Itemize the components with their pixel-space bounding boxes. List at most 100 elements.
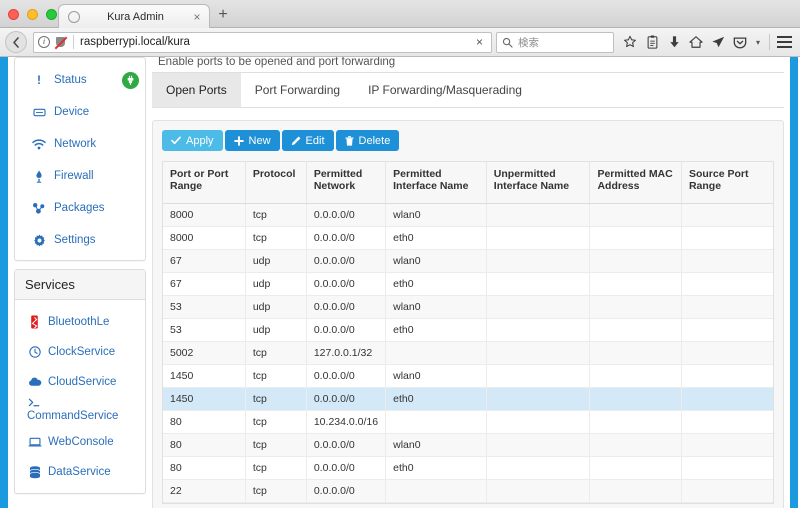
reader-clipboard-icon[interactable]	[642, 32, 662, 52]
column-header-permitted-interface-name[interactable]: Permitted Interface Name	[385, 162, 487, 204]
table-row[interactable]: 1450 tcp 0.0.0.0/0 wlan0	[163, 364, 773, 388]
table-body: 8000 tcp 0.0.0.0/0 wlan0 8000 tcp 0.0.0.0/0 eth…	[163, 203, 773, 503]
table-cell	[589, 364, 682, 388]
toolbar-divider	[769, 34, 770, 50]
table-cell	[486, 318, 591, 342]
terminal-icon	[27, 397, 42, 408]
table-row[interactable]: 8000 tcp 0.0.0.0/0 wlan0	[163, 203, 773, 227]
table-cell: 0.0.0.0/0	[306, 226, 387, 250]
column-header-port-or-port-range[interactable]: Port or Port Range	[163, 162, 246, 204]
sidebar-item-network[interactable]: Network	[15, 128, 145, 160]
table-cell: udp	[245, 272, 307, 296]
table-cell: 8000	[163, 203, 246, 227]
overflow-caret-icon[interactable]: ▾	[752, 38, 764, 47]
search-input[interactable]: 検索	[496, 31, 614, 53]
service-label: CloudService	[48, 376, 117, 388]
table-cell	[681, 456, 773, 480]
column-header-source-port-range[interactable]: Source Port Range	[681, 162, 773, 204]
table-row[interactable]: 5002 tcp 127.0.0.1/32	[163, 341, 773, 365]
close-icon[interactable]: ×	[191, 11, 203, 23]
back-button[interactable]	[5, 31, 27, 53]
column-header-permitted-mac-address[interactable]: Permitted MAC Address	[589, 162, 682, 204]
table-cell: wlan0	[385, 249, 487, 273]
clear-url-icon[interactable]: ×	[472, 35, 487, 49]
noscript-shield-icon[interactable]	[54, 36, 68, 49]
table-cell	[486, 410, 591, 434]
table-cell: wlan0	[385, 295, 487, 319]
tab-ip-forwarding-masquerading[interactable]: IP Forwarding/Masquerading	[354, 73, 536, 107]
apply-button[interactable]: Apply	[162, 130, 223, 151]
column-header-protocol[interactable]: Protocol	[245, 162, 307, 204]
sidebar-item-label: Status	[54, 74, 87, 86]
sidebar-item-firewall[interactable]: Firewall	[15, 160, 145, 192]
table-row[interactable]: 67 udp 0.0.0.0/0 wlan0	[163, 249, 773, 273]
delete-button[interactable]: Delete	[335, 130, 400, 151]
column-header-permitted-network[interactable]: Permitted Network	[306, 162, 387, 204]
new-button[interactable]: New	[224, 130, 280, 151]
sidebar-item-settings[interactable]: Settings	[15, 224, 145, 256]
table-row[interactable]: 53 udp 0.0.0.0/0 wlan0	[163, 295, 773, 319]
table-cell	[681, 203, 773, 227]
table-row[interactable]: 1450 tcp 0.0.0.0/0 eth0	[163, 387, 773, 411]
table-row[interactable]: 22 tcp 0.0.0.0/0	[163, 479, 773, 503]
pocket-icon[interactable]	[730, 32, 750, 52]
table-cell	[486, 226, 591, 250]
table-cell: wlan0	[385, 364, 487, 388]
sidebar-item-clockservice[interactable]: ClockService	[15, 337, 145, 367]
database-icon	[27, 465, 42, 479]
browser-tab[interactable]: Kura Admin ×	[58, 4, 210, 29]
sidebar-item-packages[interactable]: Packages	[15, 192, 145, 224]
table-cell	[486, 433, 591, 457]
table-cell: tcp	[245, 364, 307, 388]
downloads-icon[interactable]	[664, 32, 684, 52]
bookmark-star-icon[interactable]	[620, 32, 640, 52]
sidebar-item-commandservice[interactable]: CommandService	[15, 397, 145, 427]
sidebar-item-bluetoothle[interactable]: BluetoothLe	[15, 307, 145, 337]
table-cell	[681, 341, 773, 365]
minimize-window-button[interactable]	[27, 9, 38, 20]
home-icon[interactable]	[686, 32, 706, 52]
menu-hamburger-icon[interactable]	[773, 36, 795, 48]
tab-open-ports[interactable]: Open Ports	[152, 73, 241, 107]
sidebar-item-cloudservice[interactable]: CloudService	[15, 367, 145, 397]
page-left-accent-bar	[0, 57, 8, 508]
table-row[interactable]: 8000 tcp 0.0.0.0/0 eth0	[163, 226, 773, 250]
sidebar-item-dataservice[interactable]: DataService	[15, 457, 145, 487]
url-bar[interactable]: i raspberrypi.local/kura ×	[33, 31, 492, 53]
table-row[interactable]: 53 udp 0.0.0.0/0 eth0	[163, 318, 773, 342]
table-cell	[486, 364, 591, 388]
column-header-unpermitted-interface-name[interactable]: Unpermitted Interface Name	[486, 162, 591, 204]
new-tab-button[interactable]: +	[215, 7, 231, 23]
table-cell: eth0	[385, 318, 487, 342]
tab-port-forwarding[interactable]: Port Forwarding	[240, 73, 355, 107]
sidebar-item-status[interactable]: ! Status	[15, 64, 145, 96]
table-cell: 0.0.0.0/0	[306, 387, 387, 411]
table-cell: 10.234.0.0/16	[306, 410, 387, 434]
sidebar-item-webconsole[interactable]: WebConsole	[15, 427, 145, 457]
table-row[interactable]: 80 tcp 0.0.0.0/0 eth0	[163, 456, 773, 480]
edit-button[interactable]: Edit	[281, 130, 334, 151]
table-cell: 80	[163, 456, 246, 480]
bluetooth-icon	[27, 315, 42, 329]
table-cell	[589, 295, 682, 319]
close-window-button[interactable]	[8, 9, 19, 20]
send-tab-icon[interactable]	[708, 32, 728, 52]
table-cell: tcp	[245, 341, 307, 365]
page-info-icon[interactable]: i	[38, 36, 50, 48]
table-row[interactable]: 80 tcp 0.0.0.0/0 wlan0	[163, 433, 773, 457]
page-scrollbar[interactable]	[790, 57, 798, 508]
table-cell: 53	[163, 318, 246, 342]
table-row[interactable]: 80 tcp 10.234.0.0/16	[163, 410, 773, 434]
table-row[interactable]: 67 udp 0.0.0.0/0 eth0	[163, 272, 773, 296]
url-input[interactable]: raspberrypi.local/kura	[80, 36, 190, 48]
table-cell: 1450	[163, 387, 246, 411]
service-label: DataService	[48, 466, 111, 478]
maximize-window-button[interactable]	[46, 9, 57, 20]
service-label: BluetoothLe	[48, 316, 110, 328]
clock-icon	[27, 346, 42, 358]
table-cell: 8000	[163, 226, 246, 250]
sidebar: ! Status Device Network Firewall Package…	[14, 57, 146, 494]
sidebar-item-device[interactable]: Device	[15, 96, 145, 128]
search-placeholder: 検索	[518, 36, 539, 49]
wifi-icon	[31, 138, 47, 150]
